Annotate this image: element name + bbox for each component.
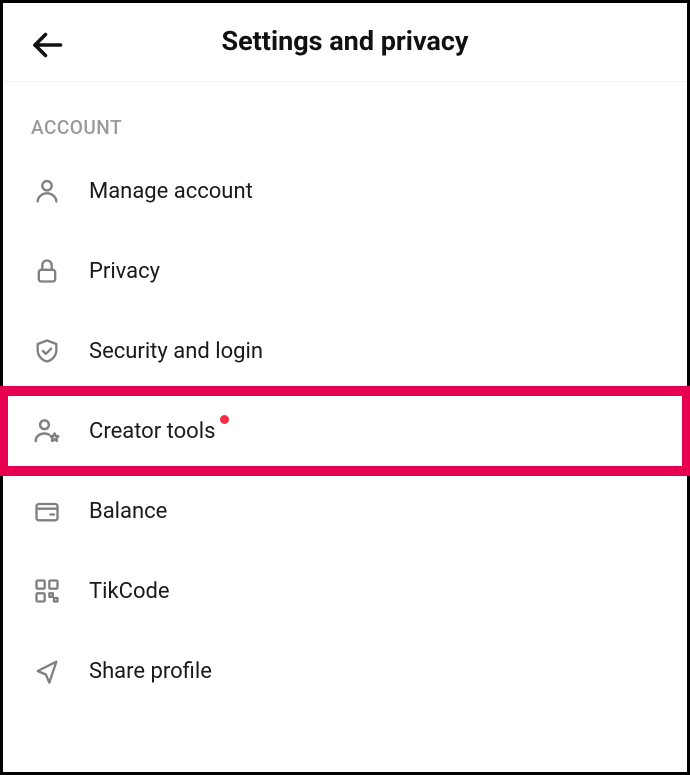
shield-check-icon xyxy=(31,335,63,367)
menu-item-label: Share profile xyxy=(89,659,212,684)
share-icon xyxy=(31,655,63,687)
menu-item-label: Manage account xyxy=(89,179,253,204)
header: Settings and privacy xyxy=(3,3,687,82)
menu-item-balance[interactable]: Balance xyxy=(3,471,687,551)
menu-item-privacy[interactable]: Privacy xyxy=(3,231,687,311)
menu-item-label: Creator tools xyxy=(89,419,215,444)
menu-item-label: TikCode xyxy=(89,579,170,604)
menu-item-label: Balance xyxy=(89,499,167,524)
menu-item-label: Privacy xyxy=(89,259,160,284)
wallet-icon xyxy=(31,495,63,527)
menu-item-security[interactable]: Security and login xyxy=(3,311,687,391)
menu-item-tikcode[interactable]: TikCode xyxy=(3,551,687,631)
menu-item-manage-account[interactable]: Manage account xyxy=(3,151,687,231)
back-button[interactable] xyxy=(27,25,67,65)
menu-item-creator-tools[interactable]: Creator tools xyxy=(3,391,687,471)
person-icon xyxy=(31,175,63,207)
person-star-icon xyxy=(31,415,63,447)
page-title: Settings and privacy xyxy=(27,25,663,57)
lock-icon xyxy=(31,255,63,287)
menu-item-label: Security and login xyxy=(89,339,263,364)
qrcode-icon xyxy=(31,575,63,607)
section-label-account: ACCOUNT xyxy=(3,82,687,151)
menu-list: Manage account Privacy Security and logi… xyxy=(3,151,687,711)
arrow-left-icon xyxy=(29,27,65,63)
menu-item-share-profile[interactable]: Share profile xyxy=(3,631,687,711)
notification-dot xyxy=(220,415,229,424)
